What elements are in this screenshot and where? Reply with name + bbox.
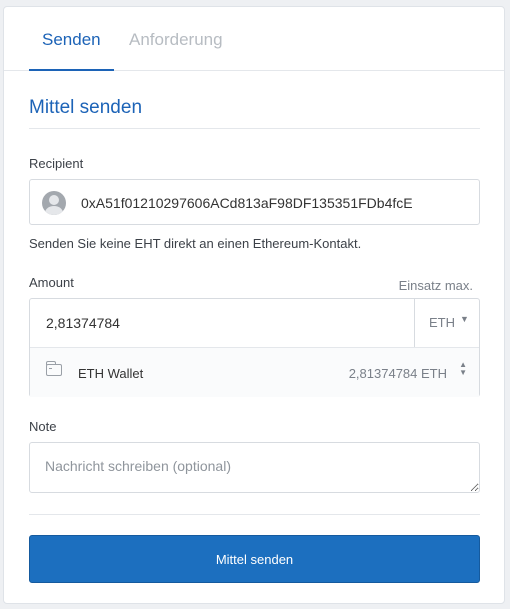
recipient-label: Recipient: [29, 156, 84, 171]
sort-arrows-icon: ▲ ▼: [459, 360, 467, 377]
avatar: [42, 191, 66, 215]
amount-input[interactable]: 2,81374784: [46, 315, 120, 331]
currency-select[interactable]: ETH ▼: [414, 299, 479, 347]
note-textarea[interactable]: [29, 442, 480, 493]
send-funds-button[interactable]: Mittel senden: [29, 535, 480, 583]
tab-send[interactable]: Senden: [42, 30, 101, 50]
amount-label: Amount: [29, 275, 74, 290]
tab-bar: Senden Anforderung: [4, 7, 504, 71]
tab-request[interactable]: Anforderung: [129, 30, 223, 50]
wallet-name: ETH Wallet: [78, 366, 144, 381]
section-title: Mittel senden: [29, 97, 143, 118]
active-tab-indicator: [29, 69, 114, 71]
currency-label: ETH: [429, 315, 455, 330]
recipient-address: 0xA51f01210297606ACd813aF98DF135351FDb4f…: [81, 195, 413, 211]
amount-group: 2,81374784 ETH ▼ ETH Wallet 2,81374784 E…: [29, 298, 480, 397]
chevron-down-icon: ▼: [460, 314, 469, 324]
send-funds-card: Senden Anforderung Mittel senden Recipie…: [3, 6, 505, 604]
wallet-select[interactable]: ETH Wallet 2,81374784 ETH ▲ ▼: [30, 348, 479, 397]
max-amount-link[interactable]: Einsatz max.: [399, 278, 473, 293]
wallet-balance: 2,81374784 ETH: [348, 366, 447, 381]
title-divider: [29, 128, 480, 129]
recipient-field[interactable]: 0xA51f01210297606ACd813aF98DF135351FDb4f…: [29, 179, 480, 225]
bottom-divider: [29, 514, 480, 515]
wallet-icon: [46, 361, 62, 376]
recipient-warning: Senden Sie keine EHT direkt an einen Eth…: [29, 236, 362, 251]
note-label: Note: [29, 419, 57, 434]
